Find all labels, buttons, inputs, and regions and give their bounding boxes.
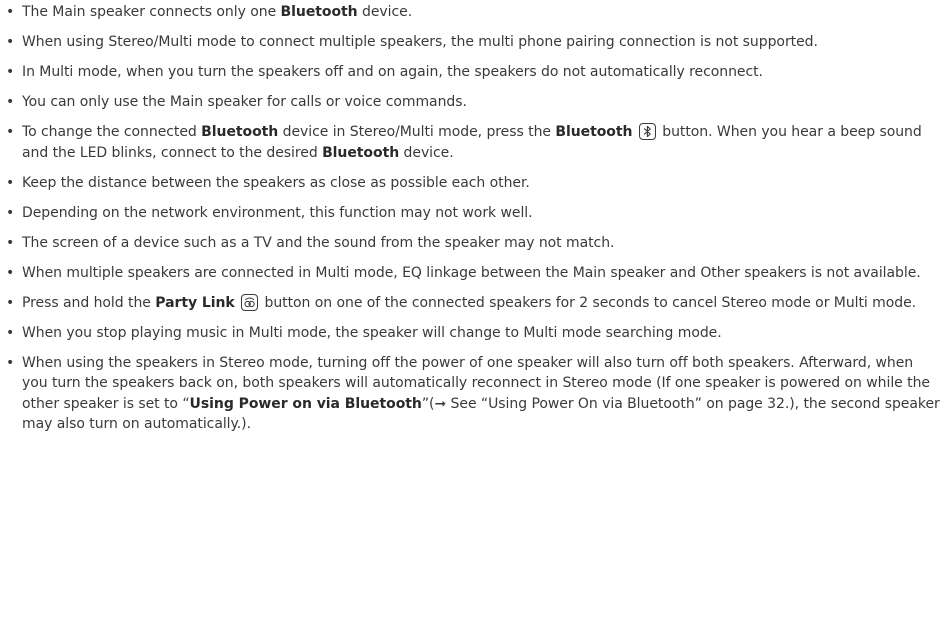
bullet: • (6, 124, 15, 140)
note-text: You can only use the Main speaker for ca… (22, 94, 467, 110)
note-text: In Multi mode, when you turn the speaker… (22, 64, 763, 80)
note-text: ”( (421, 395, 435, 412)
bullet: • (6, 174, 15, 191)
bullet: • (6, 294, 15, 311)
note-text: device. (399, 144, 454, 161)
bluetooth-term: Bluetooth (322, 144, 400, 161)
power-on-via-bluetooth-term: Using Power on via Bluetooth (189, 395, 422, 412)
bluetooth-icon (638, 123, 656, 140)
note-text: button on one of the connected speakers … (260, 294, 917, 311)
bluetooth-term: Bluetooth (201, 124, 279, 140)
list-item: • Press and hold the Party Link button o… (6, 293, 942, 314)
bullet: • (6, 204, 15, 221)
list-item: • The screen of a device such as a TV an… (6, 233, 942, 254)
list-item: • When multiple speakers are connected i… (6, 263, 942, 284)
bullet: • (6, 34, 15, 50)
note-text: When using Stereo/Multi mode to connect … (22, 34, 818, 50)
list-item: • Depending on the network environment, … (6, 203, 942, 224)
note-text: Depending on the network environment, th… (22, 204, 533, 221)
note-text: To change the connected (22, 124, 202, 140)
note-text: When multiple speakers are connected in … (22, 264, 921, 281)
bullet: • (6, 94, 15, 110)
party-link-term: Party Link (155, 294, 235, 311)
notes-list: • The Main speaker connects only one Blu… (6, 2, 942, 444)
note-text: device. (357, 4, 413, 20)
list-item: • You can only use the Main speaker for … (6, 92, 942, 113)
party-link-icon (241, 293, 259, 311)
note-text: The screen of a device such as a TV and … (22, 234, 615, 251)
bullet: • (6, 354, 15, 371)
note-text: The Main speaker connects only one (22, 4, 281, 20)
bullet: • (6, 4, 15, 20)
list-item: • To change the connected Bluetooth devi… (6, 122, 942, 163)
list-item: • When using the speakers in Stereo mode… (6, 353, 942, 435)
bullet: • (6, 64, 15, 80)
bullet: • (6, 324, 15, 341)
list-item: • In Multi mode, when you turn the speak… (6, 62, 942, 83)
note-text: device in Stereo/Multi mode, press the (278, 124, 556, 140)
bullet: • (6, 264, 15, 281)
bullet: • (6, 234, 15, 251)
list-item: • The Main speaker connects only one Blu… (6, 2, 942, 23)
list-item: • Keep the distance between the speakers… (6, 173, 942, 194)
list-item: • When using Stereo/Multi mode to connec… (6, 32, 942, 53)
bluetooth-term: Bluetooth (555, 124, 633, 140)
arrow-right-icon: ➞ (434, 395, 447, 412)
note-text: Keep the distance between the speakers a… (22, 174, 530, 191)
note-text: When you stop playing music in Multi mod… (22, 324, 722, 341)
list-item: • When you stop playing music in Multi m… (6, 323, 942, 344)
note-text: Press and hold the (22, 294, 156, 311)
bluetooth-term: Bluetooth (280, 4, 358, 20)
